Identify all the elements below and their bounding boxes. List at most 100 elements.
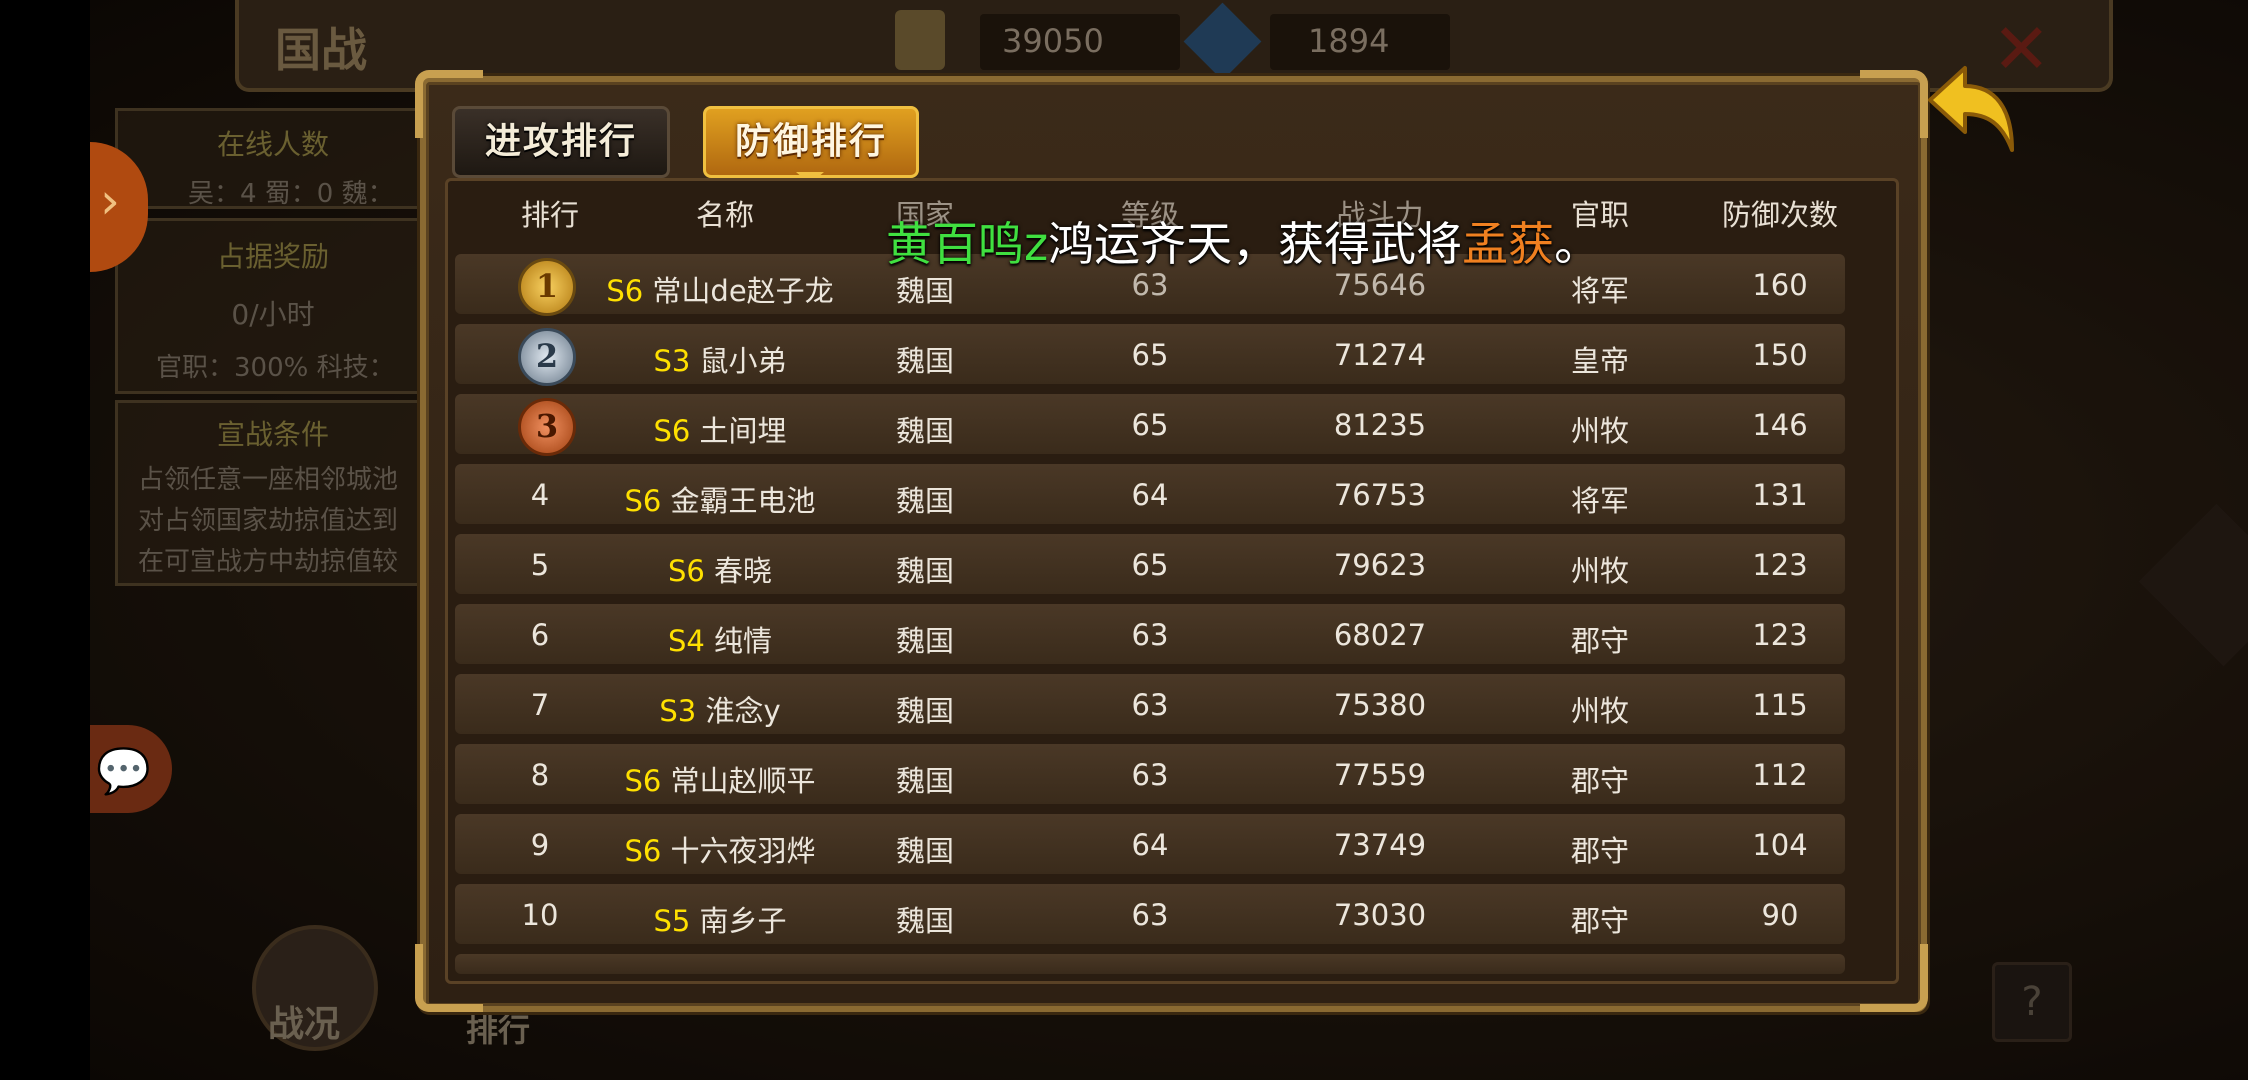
reward-title: 占据奖励 bbox=[216, 240, 329, 273]
header-defense-count: 防御次数 bbox=[1721, 198, 1838, 232]
silver-medal-icon: 2 bbox=[518, 328, 576, 386]
banner-player: 黄百鸣z bbox=[886, 217, 1049, 271]
country-cell: 魏国 bbox=[895, 554, 954, 588]
country-cell: 魏国 bbox=[895, 414, 954, 448]
server-tag: S6 bbox=[653, 414, 691, 448]
player-name-text: 常山赵顺平 bbox=[670, 764, 816, 798]
player-name: S3 淮念y bbox=[600, 688, 840, 730]
condition-line-2: 对占领国家劫掠值达到 bbox=[138, 506, 399, 536]
banner-message: 鸿运齐天，获得武将 bbox=[1048, 217, 1463, 271]
player-name: S5 南乡子 bbox=[600, 898, 840, 940]
rank-cell: 8 bbox=[530, 758, 550, 792]
country-cell: 魏国 bbox=[895, 274, 954, 308]
player-name-text: 鼠小弟 bbox=[699, 344, 787, 378]
rank-cell: 5 bbox=[530, 548, 550, 582]
title-cell: 将军 bbox=[1570, 484, 1629, 518]
reward-panel: 占据奖励 0/小时 官职：300% 科技： bbox=[115, 218, 431, 394]
country-cell: 魏国 bbox=[895, 764, 954, 798]
title-cell: 郡守 bbox=[1570, 834, 1629, 868]
token-icon bbox=[895, 10, 945, 70]
defense-cell: 112 bbox=[1752, 758, 1808, 792]
player-name-text: 十六夜羽烨 bbox=[670, 834, 816, 868]
player-name: S4 纯情 bbox=[600, 618, 840, 660]
power-cell: 81235 bbox=[1333, 408, 1427, 442]
header-name: 名称 bbox=[695, 198, 754, 232]
player-name-text: 金霸王电池 bbox=[670, 484, 816, 518]
level-cell: 63 bbox=[1131, 898, 1169, 932]
server-tag: S3 bbox=[653, 344, 691, 378]
resource-value-2: 1894 bbox=[1308, 22, 1390, 60]
server-tag: S6 bbox=[624, 764, 662, 798]
player-name: S6 常山赵顺平 bbox=[600, 758, 840, 800]
defense-cell: 131 bbox=[1752, 478, 1808, 512]
defense-cell: 104 bbox=[1752, 828, 1808, 862]
title-cell: 将军 bbox=[1570, 274, 1629, 308]
back-arrow-icon[interactable] bbox=[1920, 60, 2020, 160]
level-cell: 64 bbox=[1131, 478, 1169, 512]
player-name: S6 土间埋 bbox=[600, 408, 840, 450]
defense-cell: 150 bbox=[1752, 338, 1808, 372]
battle-status-label: 战况 bbox=[268, 1004, 341, 1045]
page-title: 国战 bbox=[275, 23, 367, 77]
country-cell: 魏国 bbox=[895, 624, 954, 658]
defense-cell: 160 bbox=[1752, 268, 1808, 302]
condition-line-1: 占领任意一座相邻城池 bbox=[138, 465, 399, 495]
condition-panel: 宣战条件 占领任意一座相邻城池 对占领国家劫掠值达到 在可宣战方中劫掠值较 bbox=[115, 400, 431, 586]
title-cell: 皇帝 bbox=[1570, 344, 1629, 378]
help-button[interactable]: ? bbox=[1992, 962, 2072, 1042]
frame-corner bbox=[1860, 70, 1928, 138]
server-tag: S6 bbox=[667, 554, 705, 588]
defense-cell: 115 bbox=[1752, 688, 1808, 722]
online-panel: 在线人数 吴：4 蜀：0 魏： bbox=[115, 108, 431, 209]
banner-hero: 孟获 bbox=[1462, 217, 1555, 271]
country-cell: 魏国 bbox=[895, 834, 954, 868]
title-cell: 郡守 bbox=[1570, 904, 1629, 938]
gold-medal-icon: 1 bbox=[518, 258, 576, 316]
bronze-medal-icon: 3 bbox=[518, 398, 576, 456]
power-cell: 68027 bbox=[1333, 618, 1427, 652]
defense-cell: 146 bbox=[1752, 408, 1808, 442]
tab-attack-ranking[interactable]: 进攻排行 bbox=[452, 106, 670, 178]
power-cell: 79623 bbox=[1333, 548, 1427, 582]
power-cell: 76753 bbox=[1333, 478, 1427, 512]
title-cell: 州牧 bbox=[1570, 554, 1629, 588]
server-tag: S6 bbox=[624, 834, 662, 868]
server-tag: S4 bbox=[667, 624, 705, 658]
power-cell: 77559 bbox=[1333, 758, 1427, 792]
level-cell: 65 bbox=[1131, 338, 1169, 372]
country-cell: 魏国 bbox=[895, 484, 954, 518]
level-cell: 64 bbox=[1131, 828, 1169, 862]
player-name: S6 春晓 bbox=[600, 548, 840, 590]
reward-bonus: 官职：300% 科技： bbox=[156, 353, 395, 383]
title-cell: 州牧 bbox=[1570, 414, 1629, 448]
condition-title: 宣战条件 bbox=[216, 418, 329, 451]
rank-cell: 9 bbox=[530, 828, 550, 862]
defense-cell: 123 bbox=[1752, 548, 1808, 582]
player-name-text: 常山de赵子龙 bbox=[652, 274, 834, 308]
title-cell: 郡守 bbox=[1570, 624, 1629, 658]
chat-icon: 💬 bbox=[96, 746, 151, 797]
rank-cell: 4 bbox=[530, 478, 550, 512]
power-cell: 75380 bbox=[1333, 688, 1427, 722]
player-name: S6 十六夜羽烨 bbox=[600, 828, 840, 870]
server-tag: S6 bbox=[606, 274, 644, 308]
online-title: 在线人数 bbox=[216, 128, 329, 161]
player-name-text: 纯情 bbox=[714, 624, 773, 658]
level-cell: 65 bbox=[1131, 548, 1169, 582]
resource-value-1: 39050 bbox=[1002, 22, 1104, 60]
power-cell: 73749 bbox=[1333, 828, 1427, 862]
server-tag: S6 bbox=[624, 484, 662, 518]
level-cell: 65 bbox=[1131, 408, 1169, 442]
chevron-right-icon: › bbox=[100, 172, 120, 230]
player-name: S6 金霸王电池 bbox=[600, 478, 840, 520]
condition-line-3: 在可宣战方中劫掠值较 bbox=[138, 547, 399, 577]
power-cell: 73030 bbox=[1333, 898, 1427, 932]
tab-defense-ranking[interactable]: 防御排行 bbox=[703, 106, 919, 178]
power-cell: 71274 bbox=[1333, 338, 1427, 372]
header-rank: 排行 bbox=[520, 198, 579, 232]
online-text: 吴：4 蜀：0 魏： bbox=[188, 179, 394, 209]
announcement-banner: 黄百鸣z鸿运齐天，获得武将孟获。 bbox=[886, 208, 1600, 274]
player-name-text: 春晓 bbox=[714, 554, 773, 588]
player-name-text: 土间埋 bbox=[699, 414, 787, 448]
level-cell: 63 bbox=[1131, 688, 1169, 722]
